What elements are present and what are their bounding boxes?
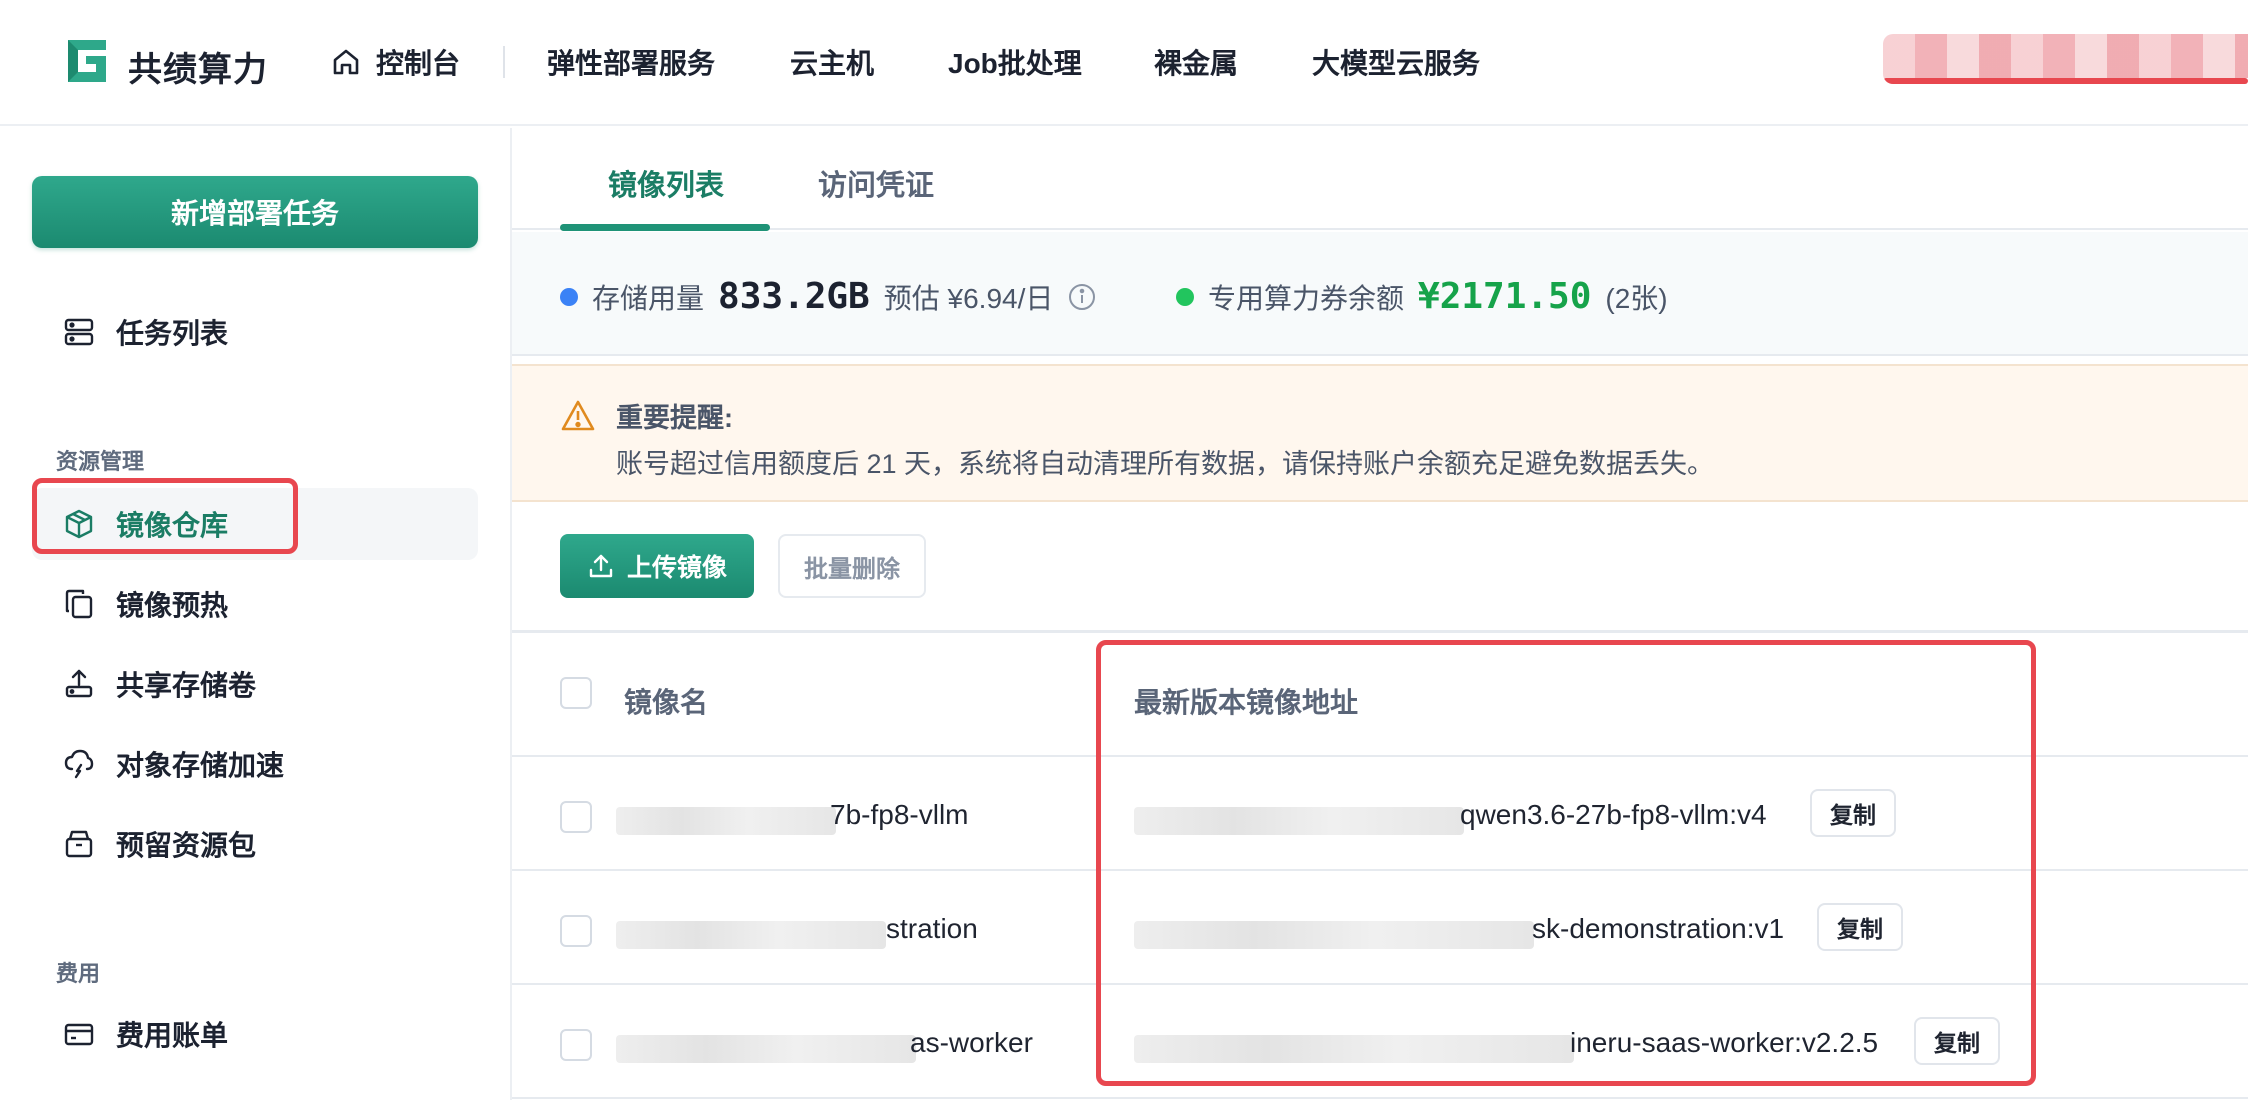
- upload-icon: [589, 554, 613, 578]
- storage-label: 存储用量: [592, 283, 705, 314]
- warning-triangle-icon: [561, 400, 595, 431]
- nav-bare-metal[interactable]: 裸金属: [1154, 42, 1238, 82]
- nav-console[interactable]: 控制台: [330, 40, 460, 84]
- nav-cloud-host[interactable]: 云主机: [790, 42, 874, 82]
- table-row: as-worker ineru-saas-worker:v2.2.5 复制: [512, 985, 2248, 1099]
- alert-title: 重要提醒:: [616, 403, 733, 433]
- account-menu-redacted[interactable]: [1883, 34, 2248, 84]
- voucher-label: 专用算力券余额: [1208, 283, 1405, 314]
- sidebar-item-label: 对象存储加速: [116, 750, 285, 781]
- sidebar-item-image-preheat[interactable]: 镜像预热: [32, 568, 478, 640]
- info-icon[interactable]: [1067, 282, 1097, 312]
- select-all-checkbox[interactable]: [560, 677, 592, 709]
- section-title-resources: 资源管理: [56, 449, 145, 474]
- sidebar-item-label: 镜像仓库: [116, 510, 229, 541]
- important-alert: 重要提醒: 账号超过信用额度后 21 天，系统将自动清理所有数据，请保持账户余额…: [512, 364, 2248, 502]
- sidebar: 新增部署任务 任务列表 资源管理 镜像仓库 镜像预热 共享存储卷 对象存储加速: [0, 128, 512, 1100]
- sidebar-item-label: 镜像预热: [116, 590, 229, 621]
- brand-logo-icon[interactable]: [62, 36, 112, 86]
- upload-image-label: 上传镜像: [626, 554, 727, 582]
- nav-elastic-deploy[interactable]: 弹性部署服务: [547, 42, 715, 82]
- voucher-balance: 专用算力券余额 ¥2171.50 (2张): [1176, 276, 1668, 317]
- redacted-text: [616, 921, 886, 949]
- storage-estimate: 预估 ¥6.94/日: [883, 283, 1054, 314]
- nav-divider: [503, 46, 505, 78]
- redacted-text: [1134, 1035, 1574, 1063]
- alert-text: 账号超过信用额度后 21 天，系统将自动清理所有数据，请保持账户余额充足避免数据…: [616, 449, 1715, 479]
- upload-image-button[interactable]: 上传镜像: [560, 534, 754, 598]
- redacted-text: [1134, 921, 1534, 949]
- table-row: stration sk-demonstration:v1 复制: [512, 871, 2248, 985]
- server-list-icon: [64, 318, 94, 346]
- voucher-count: (2张): [1605, 283, 1668, 314]
- row-checkbox[interactable]: [560, 801, 592, 833]
- new-deploy-task-button[interactable]: 新增部署任务: [32, 176, 478, 248]
- sidebar-item-task-list[interactable]: 任务列表: [32, 296, 478, 368]
- image-address: sk-demonstration:v1: [1532, 913, 1785, 944]
- sidebar-item-image-registry[interactable]: 镜像仓库: [32, 488, 478, 560]
- tab-image-list[interactable]: 镜像列表: [608, 162, 724, 204]
- table-header: 镜像名 最新版本镜像地址: [512, 633, 2248, 757]
- sidebar-item-label: 预留资源包: [116, 830, 257, 861]
- row-checkbox[interactable]: [560, 915, 592, 947]
- brand-name[interactable]: 共绩算力: [128, 42, 268, 91]
- sidebar-item-reserved-package[interactable]: 预留资源包: [32, 808, 478, 880]
- image-address: ineru-saas-worker:v2.2.5: [1570, 1027, 1879, 1058]
- credit-card-icon: [64, 1023, 94, 1046]
- active-tab-indicator: [560, 224, 770, 231]
- image-table: 镜像名 最新版本镜像地址 7b-fp8-vllm qwen3.6-27b-fp8…: [512, 630, 2248, 1100]
- cloud-sync-icon: [64, 749, 94, 779]
- storage-usage: 存储用量 833.2GB 预估 ¥6.94/日: [560, 276, 1097, 317]
- row-checkbox[interactable]: [560, 1029, 592, 1061]
- tab-bar: 镜像列表 访问凭证: [512, 128, 2248, 231]
- image-address: qwen3.6-27b-fp8-vllm:v4: [1460, 799, 1767, 830]
- nav-job-batch[interactable]: Job批处理: [948, 42, 1082, 82]
- upload-tray-icon: [65, 669, 93, 698]
- box-icon: [65, 830, 93, 858]
- image-name: stration: [886, 913, 978, 944]
- copy-button[interactable]: 复制: [1817, 903, 1903, 951]
- copy-button[interactable]: 复制: [1810, 789, 1896, 837]
- voucher-value: ¥2171.50: [1418, 276, 1592, 317]
- sidebar-item-label: 任务列表: [116, 318, 229, 349]
- top-navigation-bar: 共绩算力 控制台 弹性部署服务 云主机 Job批处理 裸金属 大模型云服务: [0, 0, 2248, 126]
- nav-llm-cloud[interactable]: 大模型云服务: [1312, 42, 1480, 82]
- storage-dot-icon: [560, 287, 578, 306]
- sidebar-item-billing[interactable]: 费用账单: [32, 998, 478, 1070]
- cube-icon: [65, 509, 93, 539]
- redacted-text: [1134, 807, 1464, 835]
- sidebar-item-label: 费用账单: [116, 1020, 229, 1051]
- tab-access-credentials[interactable]: 访问凭证: [818, 162, 934, 204]
- column-latest-image-address: 最新版本镜像地址: [1134, 687, 1359, 718]
- sidebar-item-shared-volume[interactable]: 共享存储卷: [32, 648, 478, 720]
- redacted-text: [616, 807, 836, 835]
- sidebar-item-object-storage-acceleration[interactable]: 对象存储加速: [32, 728, 478, 800]
- sidebar-item-label: 共享存储卷: [116, 670, 257, 701]
- section-title-billing: 费用: [56, 961, 101, 986]
- voucher-dot-icon: [1176, 287, 1194, 306]
- table-row: 7b-fp8-vllm qwen3.6-27b-fp8-vllm:v4 复制: [512, 757, 2248, 871]
- column-image-name: 镜像名: [624, 687, 709, 718]
- home-icon: [333, 49, 359, 75]
- main-content: 镜像列表 访问凭证 存储用量 833.2GB 预估 ¥6.94/日 专用算力券余…: [512, 128, 2248, 1100]
- copy-button[interactable]: 复制: [1914, 1017, 2000, 1065]
- redacted-text: [616, 1035, 916, 1063]
- image-name: 7b-fp8-vllm: [830, 799, 969, 830]
- nav-console-label: 控制台: [376, 48, 461, 79]
- copy-icon: [65, 589, 93, 619]
- storage-value: 833.2GB: [718, 276, 870, 317]
- batch-delete-button[interactable]: 批量删除: [778, 534, 926, 598]
- usage-summary: 存储用量 833.2GB 预估 ¥6.94/日 专用算力券余额 ¥2171.50…: [512, 232, 2248, 356]
- image-name: as-worker: [910, 1027, 1033, 1058]
